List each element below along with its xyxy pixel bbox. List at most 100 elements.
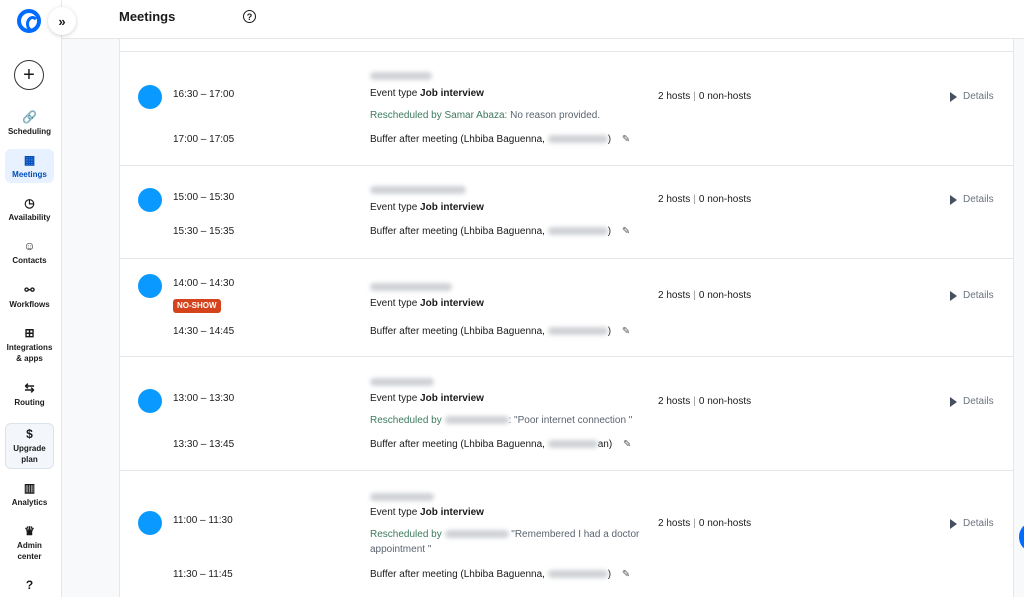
reschedule-note: Rescheduled by : "Poor internet connecti… (370, 415, 632, 426)
redacted-invitee-name (370, 378, 434, 386)
sidebar-item-meetings[interactable]: ▦ Meetings (5, 149, 54, 183)
sidebar-item-analytics[interactable]: ▥ Analytics (5, 479, 54, 509)
hosts-summary: 2 hosts | 0 non-hosts (658, 194, 752, 205)
meeting-row[interactable]: 16:30 – 17:00 Event type Job interview R… (120, 52, 1013, 166)
pencil-icon[interactable]: ✎ (622, 326, 630, 337)
event-type-label: Event type (370, 507, 418, 518)
buffer-time: 11:30 – 11:45 (173, 569, 233, 580)
pencil-icon[interactable]: ✎ (623, 439, 631, 450)
meeting-time: 11:00 – 11:30 (173, 515, 233, 526)
event-color-dot (138, 188, 162, 212)
sidebar-item-availability[interactable]: ◷ Availability (5, 194, 54, 224)
hosts-summary: 2 hosts | 0 non-hosts (658, 396, 752, 407)
redacted-name (547, 327, 608, 336)
reschedule-note: Rescheduled by "Remembered I had a docto… (370, 529, 639, 540)
buffer-time: 14:30 – 14:45 (173, 326, 235, 337)
play-triangle-icon (950, 396, 957, 407)
event-type: Event type Job interview (370, 393, 484, 404)
meeting-row[interactable]: 13:00 – 13:30 Event type Job interview R… (120, 357, 1013, 471)
redacted-invitee-name (370, 493, 434, 501)
bar-chart-icon: ▥ (23, 480, 36, 495)
expand-sidebar-button[interactable]: » (48, 7, 76, 35)
sidebar-item-contacts[interactable]: ☺ Contacts (5, 237, 54, 267)
details-button[interactable]: Details (950, 91, 994, 102)
meetings-list: 16:30 – 17:00 Event type Job interview R… (119, 39, 1014, 597)
hosts-count: 2 hosts (658, 518, 691, 529)
sidebar-item-upgrade-plan[interactable]: $ Upgrade plan (5, 423, 54, 469)
buffer-text: Buffer after meeting (Lhbiba Baguenna, )… (370, 226, 630, 237)
non-hosts-count: 0 non-hosts (698, 91, 752, 102)
calendly-logo-icon[interactable] (17, 9, 41, 33)
reschedule-reason: : "Poor internet connection " (508, 415, 633, 426)
meeting-time: 15:00 – 15:30 (173, 192, 235, 203)
play-triangle-icon (950, 194, 957, 205)
sidebar-item-integrations[interactable]: ⊞ Integrations & apps (5, 324, 54, 366)
redacted-name (444, 416, 509, 425)
play-triangle-icon (950, 518, 957, 529)
buffer-end: ) (607, 226, 612, 237)
buffer-end: ) (607, 326, 612, 337)
event-color-dot (138, 511, 162, 535)
sidebar-item-admin-center[interactable]: ♛ Admin center (5, 522, 54, 564)
redacted-name (547, 135, 608, 144)
hosts-count: 2 hosts (658, 290, 691, 301)
reschedule-prefix: Rescheduled by (370, 529, 442, 540)
hosts-summary: 2 hosts | 0 non-hosts (658, 91, 752, 102)
sidebar-item-workflows[interactable]: ⚯ Workflows (5, 281, 54, 311)
event-type-label: Event type (370, 88, 418, 99)
details-label: Details (963, 194, 994, 205)
details-label: Details (963, 396, 994, 407)
play-triangle-icon (950, 290, 957, 301)
buffer-time: 17:00 – 17:05 (173, 134, 235, 145)
non-hosts-count: 0 non-hosts (698, 194, 752, 205)
buffer-text: Buffer after meeting (Lhbiba Baguenna, )… (370, 569, 630, 580)
buffer-description: Buffer after meeting (Lhbiba Baguenna, (370, 226, 545, 237)
create-button[interactable]: + (14, 60, 44, 90)
help-icon[interactable]: ? (243, 10, 256, 23)
event-type-value: Job interview (420, 298, 484, 309)
reschedule-prefix: Rescheduled by (370, 415, 442, 426)
list-top-edge (120, 39, 1013, 52)
pencil-icon[interactable]: ✎ (622, 569, 630, 580)
sidebar-item-label: Routing (14, 397, 45, 407)
event-type-value: Job interview (420, 393, 484, 404)
sidebar-item-label: Scheduling (7, 126, 52, 136)
pencil-icon[interactable]: ✎ (622, 134, 630, 145)
buffer-end: ) (607, 569, 612, 580)
event-type-label: Event type (370, 202, 418, 213)
redacted-name (547, 440, 598, 449)
calendar-icon: ▦ (23, 152, 36, 167)
pencil-icon[interactable]: ✎ (622, 226, 630, 237)
reschedule-prefix: Rescheduled by (370, 110, 442, 121)
workflow-icon: ⚯ (24, 282, 35, 297)
details-label: Details (963, 91, 994, 102)
grid-apps-icon: ⊞ (24, 326, 35, 340)
non-hosts-count: 0 non-hosts (698, 290, 752, 301)
event-type: Event type Job interview (370, 88, 484, 99)
meeting-row[interactable]: 14:00 – 14:30 NO-SHOW Event type Job int… (120, 259, 1013, 357)
dollar-icon: $ (26, 427, 33, 441)
sidebar-item-label: Meetings (12, 169, 47, 179)
app-window: » + 🔗 Scheduling ▦ Meetings ◷ Availabili… (0, 0, 1024, 597)
meeting-row[interactable]: 11:00 – 11:30 Event type Job interview R… (120, 471, 1013, 597)
hosts-summary: 2 hosts | 0 non-hosts (658, 518, 752, 529)
details-button[interactable]: Details (950, 194, 994, 205)
details-label: Details (963, 518, 994, 529)
redacted-invitee-name (370, 72, 432, 80)
sidebar-item-scheduling[interactable]: 🔗 Scheduling (5, 108, 54, 138)
sidebar-item-routing[interactable]: ⇆ Routing (5, 379, 54, 409)
details-button[interactable]: Details (950, 290, 994, 301)
details-button[interactable]: Details (950, 396, 994, 407)
details-button[interactable]: Details (950, 518, 994, 529)
sidebar-item-label: Upgrade plan (13, 444, 46, 464)
meeting-row[interactable]: 15:00 – 15:30 Event type Job interview 1… (120, 166, 1013, 259)
meeting-time: 16:30 – 17:00 (173, 89, 235, 100)
reschedule-reason: No reason provided. (507, 110, 601, 121)
redacted-name (444, 530, 509, 539)
buffer-time: 13:30 – 13:45 (173, 439, 235, 450)
sidebar-item-label: Analytics (11, 497, 48, 507)
reschedule-note: Rescheduled by Samar Abaza: No reason pr… (370, 110, 600, 121)
link-icon: 🔗 (22, 109, 37, 124)
non-hosts-count: 0 non-hosts (698, 518, 752, 529)
sidebar-item-help[interactable]: ? (5, 576, 54, 596)
